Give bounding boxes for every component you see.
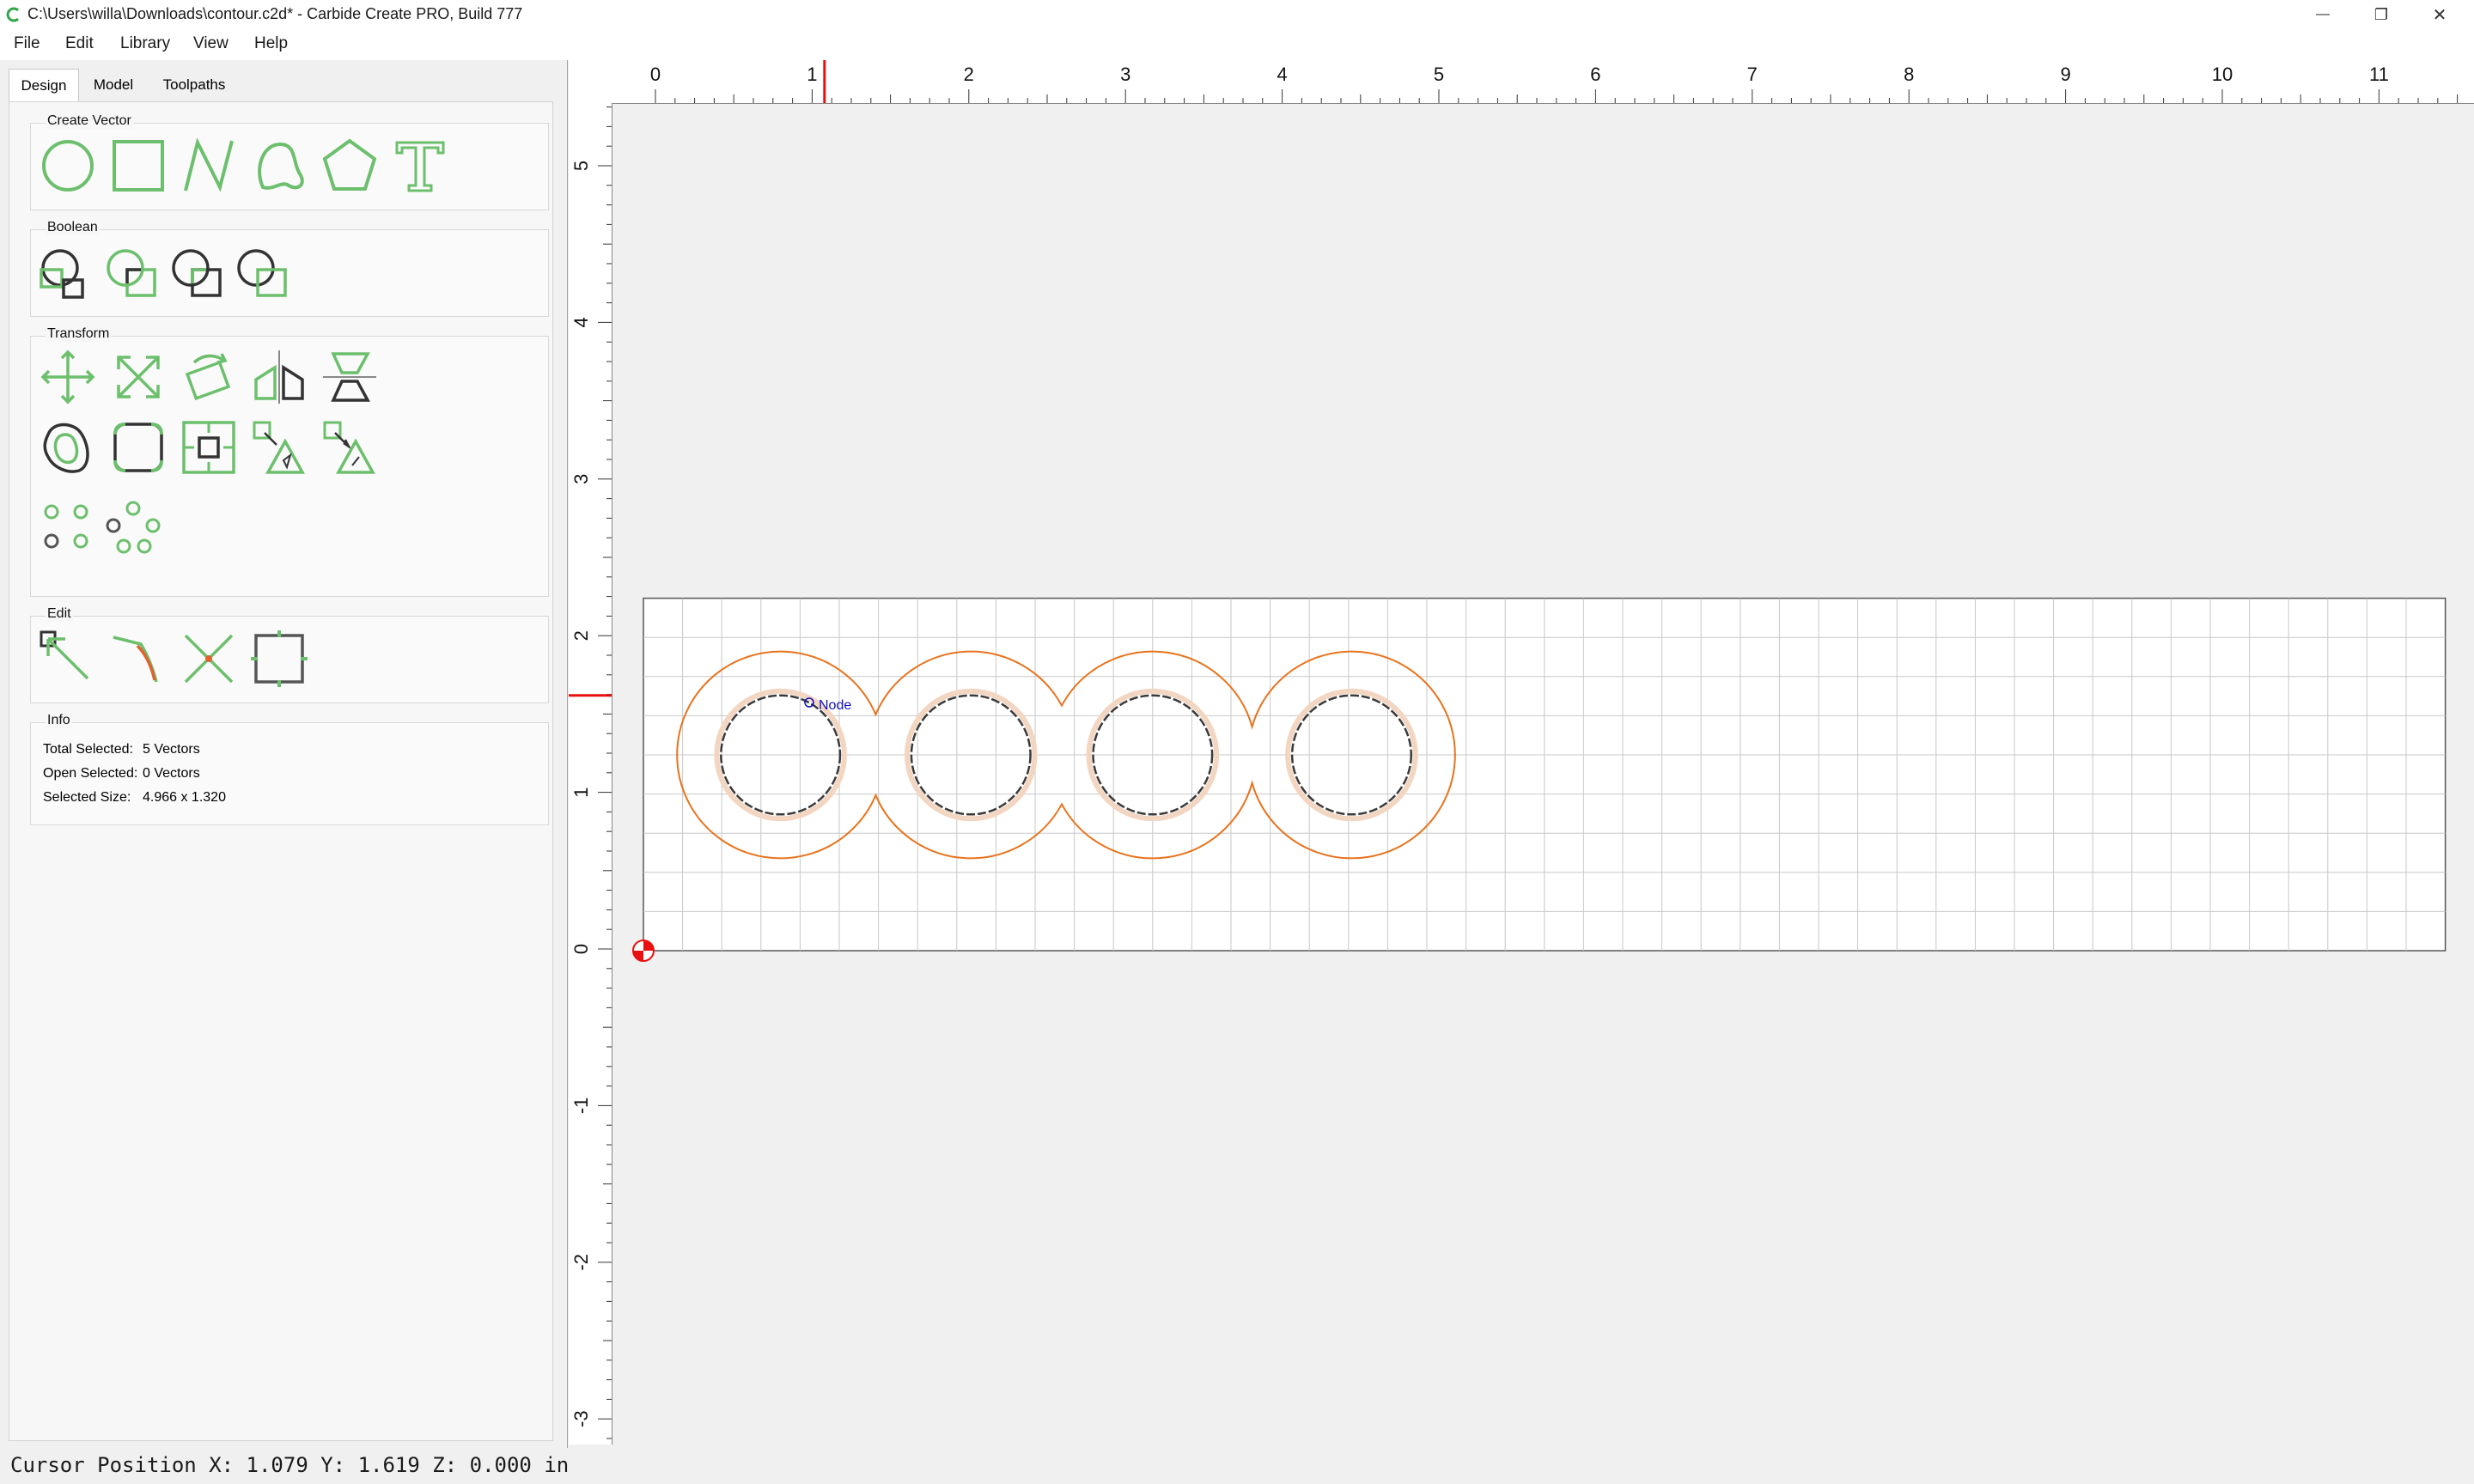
text-icon[interactable] [388,134,452,198]
hruler-label: 11 [2369,64,2389,85]
circle-icon[interactable] [36,134,100,198]
menu-view[interactable]: View [193,34,229,53]
smooth-node-icon[interactable] [107,627,170,690]
menu-bar: File Edit Library View Help [0,29,2474,60]
hruler-label: 3 [1120,64,1130,85]
hruler-label: 4 [1277,64,1287,85]
open-selected-value: 0 Vectors [143,766,200,781]
tab-model[interactable]: Model [82,69,144,101]
info-selected-size: Selected Size: 4.966 x 1.320 [43,790,226,806]
carbide-create-app-icon [6,7,20,22]
transform-group: Transform [30,326,549,597]
origin-marker-icon [632,940,655,962]
boolean-title: Boolean [46,220,100,235]
menu-file[interactable]: File [14,34,40,53]
stock-grid [643,597,2447,952]
close-icon: ✕ [2432,5,2447,25]
menu-library[interactable]: Library [120,34,170,53]
minimize-icon: — [2316,7,2330,21]
flip-icon[interactable] [318,345,381,409]
rectangle-icon[interactable] [107,134,170,198]
vruler-label: 1 [570,787,592,797]
total-selected-label: Total Selected: [43,742,133,757]
distribute-icon[interactable] [247,416,311,479]
vruler-label: -2 [570,1254,592,1271]
title-bar: C:\Users\willa\Downloads\contour.c2d* - … [0,0,2474,29]
hruler-label: 2 [964,64,974,85]
selected-size-label: Selected Size: [43,790,131,805]
total-selected-value: 5 Vectors [143,742,200,757]
fillet-icon[interactable] [107,416,170,479]
curve-icon[interactable] [247,134,311,198]
array-icon[interactable] [318,416,381,479]
menu-edit[interactable]: Edit [65,34,94,53]
edit-title: Edit [46,606,73,622]
vruler-label: 0 [570,944,592,954]
boolean-group: Boolean [30,220,549,317]
vruler-label: 2 [570,630,592,641]
scale-icon[interactable] [107,345,170,409]
offset-icon[interactable] [36,416,100,479]
tab-toolpaths[interactable]: Toolpaths [149,69,239,101]
hruler-label: 8 [1904,64,1914,85]
vruler-label: 3 [570,474,592,484]
hruler-label: 7 [1747,64,1758,85]
edit-group: Edit [30,606,549,703]
grid-array-icon[interactable] [36,496,100,560]
design-tab-page: Create Vector Boolean Transform Edit Inf… [9,101,553,1441]
info-total-selected: Total Selected: 5 Vectors [43,742,200,757]
vruler-label: 4 [570,317,592,327]
create-vector-group: Create Vector [30,113,549,210]
hruler-label: 1 [807,64,817,85]
close-button[interactable]: ✕ [2410,0,2469,29]
node-edit-icon[interactable] [36,627,100,690]
trim-icon[interactable] [177,627,241,690]
intersect-icon[interactable] [165,242,229,306]
horizontal-ruler: 0 1 2 3 4 5 6 7 8 9 10 11 [612,60,2474,104]
transform-title: Transform [46,326,112,342]
selected-size-value: 4.966 x 1.320 [143,790,226,805]
node-tooltip-text: Node [819,698,851,713]
hruler-label: 0 [650,64,661,85]
mirror-icon[interactable] [247,345,311,409]
rotate-icon[interactable] [177,345,241,409]
restore-icon: ❐ [2373,5,2389,23]
open-selected-label: Open Selected: [43,766,138,781]
stock-workspace[interactable]: Node [612,104,2474,1444]
subtract-icon[interactable] [100,242,163,306]
tab-design[interactable]: Design [9,69,79,102]
info-group: Info Total Selected: 5 Vectors Open Sele… [30,713,549,825]
bounding-box-icon[interactable] [247,627,311,690]
circular-array-icon[interactable] [101,496,165,560]
vruler-label: 5 [570,161,592,171]
hruler-label: 9 [2060,64,2070,85]
window-title: C:\Users\willa\Downloads\contour.c2d* - … [27,5,523,22]
union-icon[interactable] [34,242,98,306]
weld-icon[interactable] [230,242,294,306]
cursor-position-status: Cursor Position X: 1.079 Y: 1.619 Z: 0.0… [10,1453,570,1477]
polyline-icon[interactable] [177,134,241,198]
hruler-label: 6 [1590,64,1600,85]
vertical-ruler: 5 4 3 2 1 0 -1 -2 -3 [569,103,612,1444]
vruler-label: -3 [570,1410,592,1427]
polygon-icon[interactable] [318,134,381,198]
align-icon[interactable] [177,416,241,479]
info-title: Info [46,713,72,728]
menu-help[interactable]: Help [254,34,288,53]
create-vector-title: Create Vector [46,113,133,129]
hruler-label: 5 [1434,64,1444,85]
hruler-label: 10 [2212,64,2233,85]
restore-button[interactable]: ❐ [2352,0,2410,29]
vruler-label: -1 [570,1098,592,1115]
info-open-selected: Open Selected: 0 Vectors [43,766,200,782]
minimize-button[interactable]: — [2294,0,2352,29]
move-icon[interactable] [36,345,100,409]
ruler-corner [569,60,612,104]
